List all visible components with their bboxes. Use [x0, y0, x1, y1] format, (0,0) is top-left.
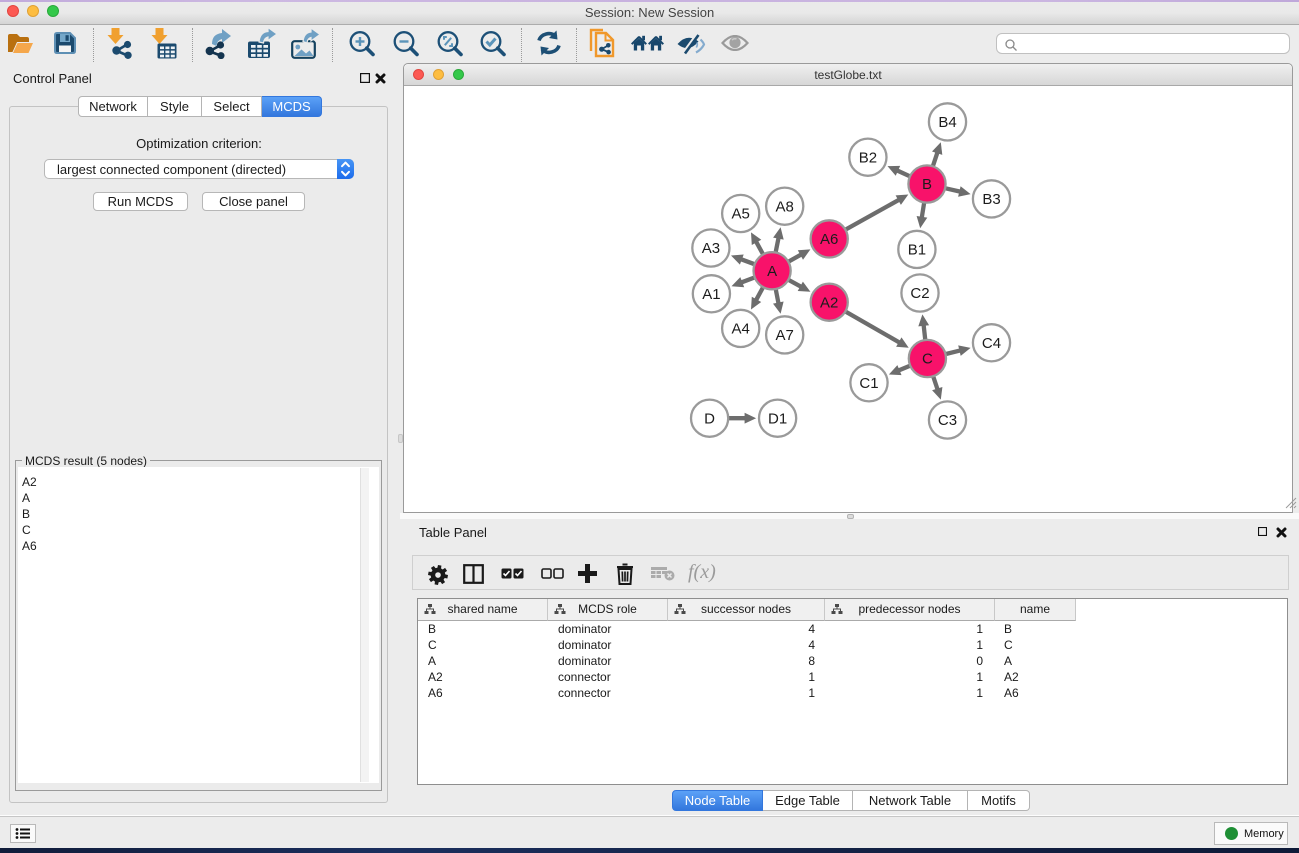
svg-text:B1: B1 — [908, 242, 926, 259]
svg-text:D1: D1 — [768, 410, 787, 427]
svg-text:A3: A3 — [702, 240, 720, 257]
svg-text:B4: B4 — [938, 114, 956, 131]
svg-text:C4: C4 — [982, 335, 1001, 352]
svg-text:A5: A5 — [732, 206, 750, 223]
svg-text:A7: A7 — [776, 327, 794, 344]
svg-text:C3: C3 — [938, 412, 957, 429]
svg-text:B3: B3 — [982, 191, 1000, 208]
svg-text:A8: A8 — [776, 198, 794, 215]
svg-text:A2: A2 — [820, 294, 838, 311]
svg-text:C: C — [922, 351, 933, 368]
svg-text:A4: A4 — [732, 321, 750, 338]
svg-text:B: B — [922, 176, 932, 193]
svg-text:A: A — [767, 263, 777, 280]
svg-text:C1: C1 — [859, 375, 878, 392]
svg-text:A6: A6 — [820, 231, 838, 248]
svg-text:D: D — [704, 410, 715, 427]
svg-text:C2: C2 — [910, 285, 929, 302]
svg-text:B2: B2 — [859, 149, 877, 166]
svg-text:A1: A1 — [702, 286, 720, 303]
